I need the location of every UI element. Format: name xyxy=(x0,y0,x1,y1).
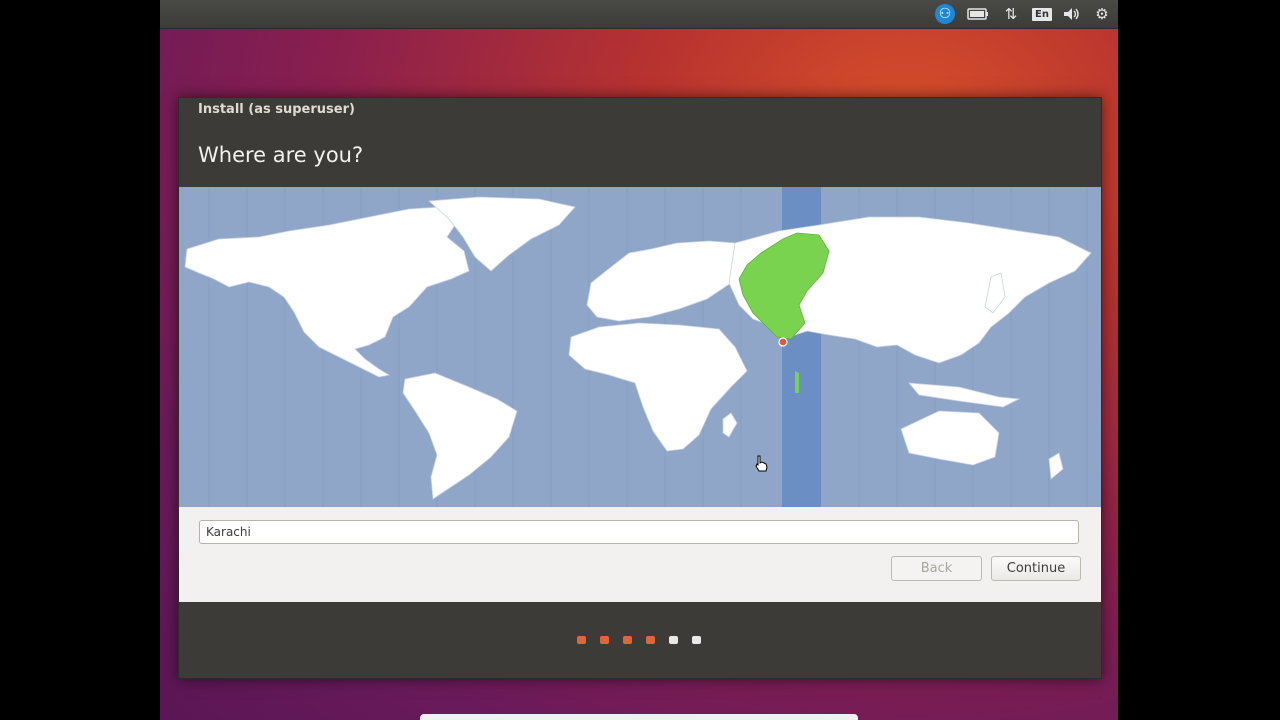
location-field-wrapper xyxy=(199,520,1079,544)
keyboard-layout-label: En xyxy=(1032,7,1052,21)
progress-indicator xyxy=(577,636,701,644)
network-icon[interactable]: ⇅ xyxy=(1001,4,1021,24)
continent-south-america xyxy=(402,372,518,500)
installer-footer xyxy=(179,602,1101,678)
accessibility-icon[interactable]: ⚇ xyxy=(935,4,955,24)
top-panel: ⚇ ⇅ En ⚙ xyxy=(160,0,1118,29)
battery-icon[interactable] xyxy=(966,4,990,24)
progress-dot xyxy=(600,636,609,644)
installer-window: Install (as superuser) Where are you? Ka… xyxy=(178,97,1102,679)
progress-dot xyxy=(669,636,678,644)
progress-dot xyxy=(692,636,701,644)
volume-icon[interactable] xyxy=(1061,4,1083,24)
continent-africa xyxy=(568,322,748,452)
hand-cursor-icon xyxy=(755,455,768,472)
progress-dot xyxy=(646,636,655,644)
world-map-graphic xyxy=(184,187,1092,507)
back-button[interactable]: Back xyxy=(891,556,982,581)
window-title: Install (as superuser) xyxy=(198,102,355,117)
continue-button[interactable]: Continue xyxy=(991,556,1081,581)
launcher-strip xyxy=(420,714,858,720)
location-input[interactable] xyxy=(199,520,1079,544)
progress-dot xyxy=(577,636,586,644)
location-marker-icon xyxy=(778,337,788,347)
continent-europe xyxy=(586,240,740,322)
continent-north-america xyxy=(184,206,470,378)
continent-australia xyxy=(900,410,1000,466)
timezone-map[interactable] xyxy=(179,187,1101,507)
progress-dot xyxy=(623,636,632,644)
window-header: Install (as superuser) Where are you? xyxy=(179,98,1101,187)
settings-gear-icon[interactable]: ⚙ xyxy=(1092,4,1112,24)
page-heading: Where are you? xyxy=(198,143,364,167)
keyboard-layout-icon[interactable]: En xyxy=(1032,4,1052,24)
